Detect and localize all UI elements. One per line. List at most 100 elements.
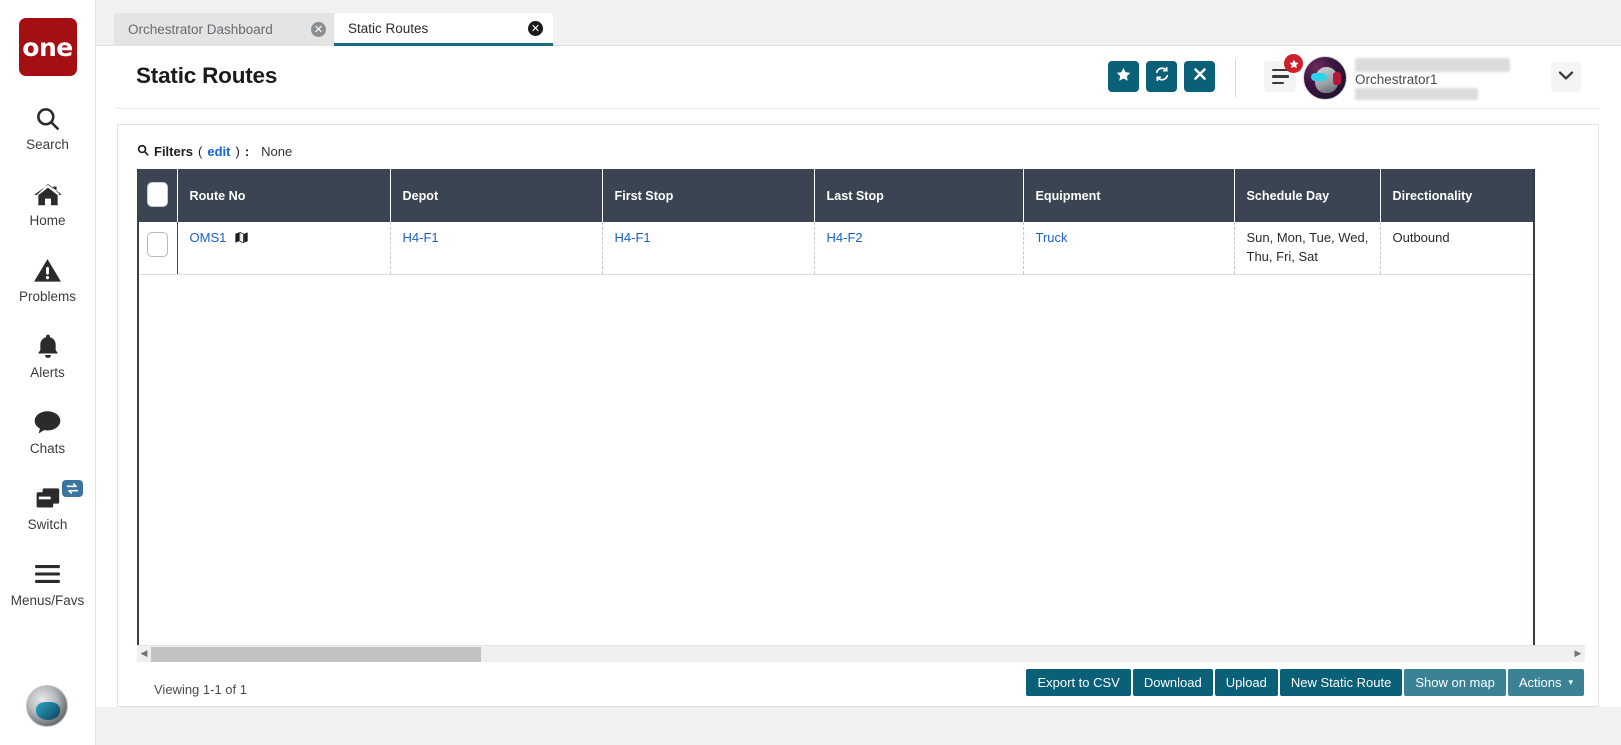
column-header-last-stop[interactable]: Last Stop bbox=[814, 169, 1024, 222]
scrollbar-thumb[interactable] bbox=[151, 646, 481, 662]
sidebar-user-avatar[interactable] bbox=[26, 685, 68, 727]
redacted-user-role bbox=[1355, 88, 1478, 100]
sidebar-item-chats[interactable]: Chats bbox=[0, 406, 96, 456]
select-all-header[interactable] bbox=[139, 169, 178, 222]
show-on-map-button[interactable]: Show on map bbox=[1404, 669, 1506, 696]
cell-first-stop: H4-F1 bbox=[602, 222, 815, 275]
filters-colon: : bbox=[244, 144, 250, 159]
map-icon[interactable] bbox=[235, 230, 248, 249]
horizontal-scrollbar[interactable]: ◀ ▶ bbox=[137, 645, 1585, 662]
header-button-group bbox=[1108, 61, 1215, 92]
tab-orchestrator-dashboard[interactable]: Orchestrator Dashboard ✕ bbox=[114, 13, 336, 46]
hamburger-icon bbox=[33, 558, 62, 590]
depot-link[interactable]: H4-F1 bbox=[403, 230, 439, 245]
sidebar-item-label: Problems bbox=[18, 289, 77, 304]
column-header-depot[interactable]: Depot bbox=[390, 169, 603, 222]
column-header-schedule-day[interactable]: Schedule Day bbox=[1234, 169, 1381, 222]
close-circle-icon[interactable]: ✕ bbox=[311, 22, 326, 37]
filters-edit-link[interactable]: edit bbox=[207, 144, 230, 159]
column-header-equipment[interactable]: Equipment bbox=[1023, 169, 1235, 222]
cell-route-no: OMS1 bbox=[177, 222, 391, 275]
upload-button[interactable]: Upload bbox=[1214, 669, 1278, 696]
sidebar-item-problems[interactable]: Problems bbox=[0, 254, 96, 304]
cell-equipment: Truck bbox=[1023, 222, 1235, 275]
sidebar-item-alerts[interactable]: Alerts bbox=[0, 330, 96, 380]
column-header-route-no[interactable]: Route No bbox=[177, 169, 391, 222]
sidebar-item-label: Chats bbox=[29, 441, 66, 456]
chevron-down-icon: ▾ bbox=[1568, 677, 1573, 687]
tab-label: Orchestrator Dashboard bbox=[128, 22, 273, 37]
windows-stack-icon bbox=[34, 482, 62, 514]
footer-button-group: Export to CSV Download Upload New Static… bbox=[1026, 669, 1584, 696]
redacted-company-name bbox=[1355, 58, 1510, 72]
close-button[interactable] bbox=[1184, 61, 1215, 92]
actions-label: Actions bbox=[1518, 675, 1562, 690]
tab-label: Static Routes bbox=[348, 20, 429, 36]
chat-bubble-icon bbox=[33, 406, 62, 438]
search-icon bbox=[34, 102, 61, 134]
new-static-route-button[interactable]: New Static Route bbox=[1279, 669, 1403, 696]
left-sidebar: one Search Home Problems Alerts Chats Sw… bbox=[0, 0, 96, 745]
sidebar-item-home[interactable]: Home bbox=[0, 178, 96, 228]
column-header-directionality[interactable]: Directionality bbox=[1380, 169, 1535, 222]
actions-dropdown-button[interactable]: Actions ▾ bbox=[1507, 669, 1584, 696]
x-icon bbox=[1193, 67, 1207, 86]
sidebar-item-menus-favs[interactable]: Menus/Favs bbox=[0, 558, 96, 608]
brand-logo[interactable]: one bbox=[18, 18, 77, 76]
scroll-right-arrow[interactable]: ▶ bbox=[1571, 649, 1585, 659]
table-row[interactable]: OMS1 H4-F1 H4-F1 H4-F2 Truck Sun, Mon, T… bbox=[139, 222, 1535, 275]
filters-label: Filters bbox=[154, 144, 194, 159]
viewing-count-label: Viewing 1-1 of 1 bbox=[154, 682, 247, 697]
refresh-icon bbox=[1154, 66, 1170, 87]
first-stop-link[interactable]: H4-F1 bbox=[615, 230, 651, 245]
application-window: one Search Home Problems Alerts Chats Sw… bbox=[0, 0, 1621, 745]
tab-strip: Orchestrator Dashboard ✕ Static Routes ✕ bbox=[96, 0, 1621, 46]
row-select-cell[interactable] bbox=[139, 222, 178, 275]
bell-icon bbox=[35, 330, 61, 362]
sidebar-item-label: Switch bbox=[27, 517, 68, 532]
swap-arrows-icon[interactable] bbox=[61, 480, 83, 497]
favorite-button[interactable] bbox=[1108, 61, 1139, 92]
route-no-link[interactable]: OMS1 bbox=[190, 230, 227, 245]
sidebar-item-label: Search bbox=[26, 137, 69, 152]
warning-triangle-icon bbox=[33, 254, 62, 286]
user-avatar[interactable] bbox=[1303, 56, 1347, 100]
row-checkbox[interactable] bbox=[147, 232, 169, 258]
scrollbar-track[interactable] bbox=[151, 646, 1571, 663]
page-header: Static Routes Orchestrator1 bbox=[117, 46, 1599, 109]
user-menu-toggle[interactable] bbox=[1551, 62, 1581, 92]
sidebar-item-switch[interactable]: Switch bbox=[0, 480, 96, 532]
menus-favs-button[interactable] bbox=[1264, 54, 1303, 92]
home-icon bbox=[33, 178, 63, 210]
column-header-first-stop[interactable]: First Stop bbox=[602, 169, 815, 222]
download-button[interactable]: Download bbox=[1132, 669, 1213, 696]
scroll-left-arrow[interactable]: ◀ bbox=[137, 649, 151, 659]
data-grid: Route No Depot First Stop Last Stop Equi… bbox=[137, 169, 1535, 645]
equipment-link[interactable]: Truck bbox=[1036, 230, 1068, 245]
sidebar-item-label: Home bbox=[29, 213, 66, 228]
cell-schedule-day: Sun, Mon, Tue, Wed, Thu, Fri, Sat bbox=[1234, 222, 1381, 275]
cell-depot: H4-F1 bbox=[390, 222, 603, 275]
star-icon bbox=[1116, 67, 1131, 87]
close-circle-icon[interactable]: ✕ bbox=[528, 20, 543, 36]
content-panel: Filters ( edit): None Route No Depot Firs… bbox=[117, 124, 1599, 707]
table-header-row: Route No Depot First Stop Last Stop Equi… bbox=[139, 169, 1535, 222]
user-info-block: Orchestrator1 bbox=[1355, 58, 1527, 100]
header-divider bbox=[1235, 59, 1236, 97]
filters-paren-close: ) bbox=[235, 144, 240, 159]
select-all-checkbox[interactable] bbox=[147, 181, 169, 207]
tab-static-routes[interactable]: Static Routes ✕ bbox=[334, 13, 553, 46]
star-badge-icon bbox=[1284, 54, 1303, 73]
sidebar-item-search[interactable]: Search bbox=[0, 102, 96, 152]
grid-right-edge bbox=[1533, 169, 1535, 645]
last-stop-link[interactable]: H4-F2 bbox=[827, 230, 863, 245]
search-icon bbox=[137, 144, 149, 159]
filters-paren-open: ( bbox=[198, 144, 203, 159]
cell-last-stop: H4-F2 bbox=[814, 222, 1024, 275]
page-bottom-strip bbox=[96, 707, 1621, 745]
refresh-button[interactable] bbox=[1146, 61, 1177, 92]
filters-value: None bbox=[261, 144, 293, 159]
static-routes-table: Route No Depot First Stop Last Stop Equi… bbox=[139, 169, 1535, 275]
page-title: Static Routes bbox=[136, 63, 278, 88]
export-to-csv-button[interactable]: Export to CSV bbox=[1026, 669, 1131, 696]
